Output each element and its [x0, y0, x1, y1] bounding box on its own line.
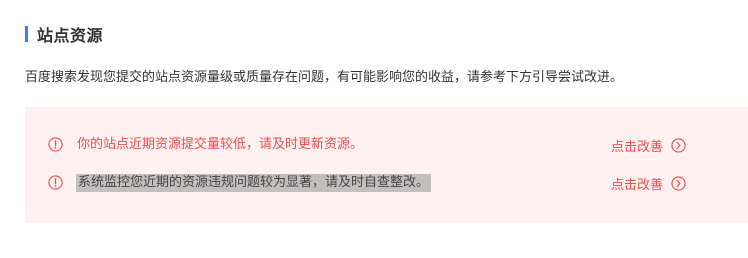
alert-panel: 你的站点近期资源提交量较低，请及时更新资源。 点击改善 系统监控您近期的资源违规…	[25, 107, 748, 223]
alert-message: 你的站点近期资源提交量较低，请及时更新资源。	[77, 137, 364, 152]
section-description: 百度搜索发现您提交的站点资源量级或质量存在问题，有可能影响您的收益，请参考下方引…	[25, 70, 624, 85]
section-header: 站点资源	[25, 24, 104, 45]
title-accent-bar	[25, 26, 28, 42]
warning-circle-icon	[48, 137, 63, 152]
warning-circle-icon	[48, 175, 63, 190]
alert-message-selected: 系统监控您近期的资源违规问题较为显著，请及时自查整改。	[76, 174, 432, 192]
improve-link[interactable]: 点击改善	[611, 174, 686, 193]
improve-link[interactable]: 点击改善	[611, 136, 686, 155]
improve-link-label: 点击改善	[611, 177, 664, 193]
improve-link-label: 点击改善	[611, 139, 664, 155]
alert-item: 你的站点近期资源提交量较低，请及时更新资源。 点击改善	[25, 134, 748, 156]
alert-item: 系统监控您近期的资源违规问题较为显著，请及时自查整改。 点击改善	[25, 172, 748, 194]
chevron-right-circle-icon[interactable]	[671, 137, 686, 153]
chevron-right-circle-icon[interactable]	[671, 175, 686, 191]
section-title: 站点资源	[37, 26, 104, 45]
